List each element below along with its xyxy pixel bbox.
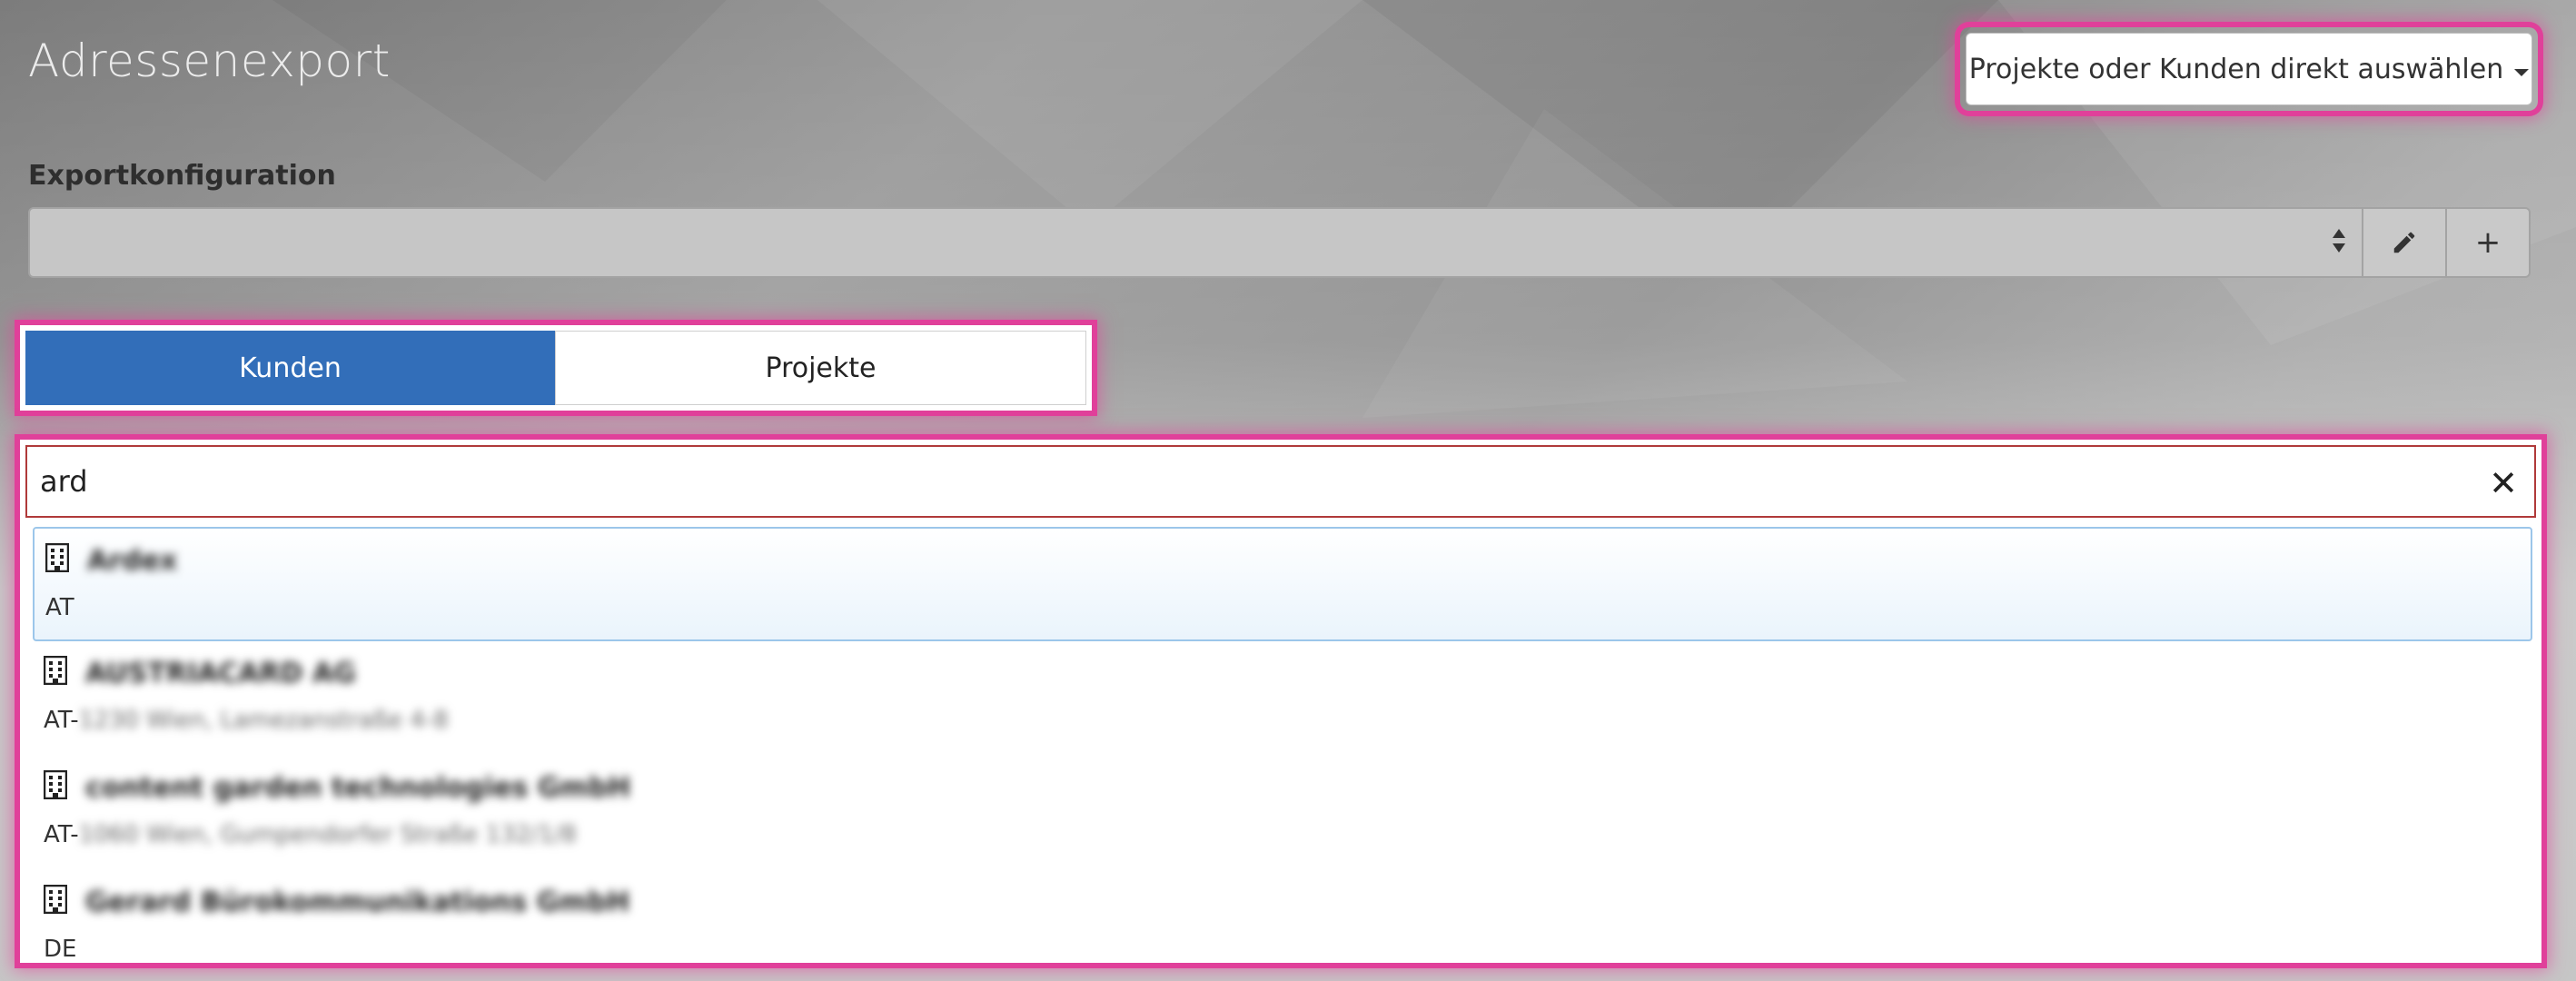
search-panel: ard ✕ Ardex AT AUSTRIACARD AG AT-1230 Wi…	[20, 440, 2541, 963]
caret-down-icon	[2514, 69, 2530, 76]
result-name: Gerard Bürokommunikations GmbH	[85, 887, 630, 918]
list-item[interactable]: Ardex AT	[33, 527, 2532, 641]
result-name: Ardex	[87, 545, 178, 577]
building-icon	[44, 656, 67, 685]
list-item[interactable]: content garden technologies GmbH AT-1060…	[33, 756, 2532, 870]
clear-search-icon[interactable]: ✕	[2489, 463, 2518, 503]
sort-arrows-icon	[2333, 229, 2345, 253]
building-icon	[45, 543, 69, 572]
list-item[interactable]: Gerard Bürokommunikations GmbH DE	[33, 870, 2532, 959]
search-input-value: ard	[40, 464, 88, 499]
direct-select-label: Projekte oder Kunden direkt auswählen	[1968, 53, 2504, 85]
result-list: Ardex AT AUSTRIACARD AG AT-1230 Wien, La…	[33, 527, 2532, 959]
pencil-icon	[2393, 232, 2415, 253]
building-icon	[44, 770, 67, 799]
export-config-label: Exportkonfiguration	[28, 160, 336, 192]
type-tabs: Kunden Projekte	[20, 325, 1092, 411]
result-address: AT-1230 Wien, Lamezanstraße 4-8	[44, 707, 449, 734]
result-name: content garden technologies GmbH	[85, 772, 631, 804]
result-address: DE	[44, 936, 77, 959]
result-address: AT-1060 Wien, Gumpendorfer Straße 132/1/…	[44, 821, 577, 848]
direct-select-dropdown[interactable]: Projekte oder Kunden direkt auswählen	[1966, 33, 2532, 105]
tab-kunden[interactable]: Kunden	[25, 331, 555, 405]
tab-projekte[interactable]: Projekte	[555, 331, 1086, 405]
add-config-button[interactable]: +	[2447, 207, 2531, 278]
list-item[interactable]: AUSTRIACARD AG AT-1230 Wien, Lamezanstra…	[33, 641, 2532, 756]
result-address: AT	[45, 594, 74, 621]
result-name: AUSTRIACARD AG	[85, 658, 356, 689]
plus-icon: +	[2474, 224, 2502, 261]
building-icon	[44, 885, 67, 914]
edit-config-button[interactable]	[2363, 207, 2447, 278]
export-config-select[interactable]	[28, 207, 2363, 278]
search-input[interactable]: ard ✕	[25, 445, 2536, 518]
direct-select-highlight: Projekte oder Kunden direkt auswählen	[1960, 27, 2538, 111]
export-config-row: +	[28, 207, 2531, 278]
page-title: Adressenexport	[28, 35, 391, 87]
